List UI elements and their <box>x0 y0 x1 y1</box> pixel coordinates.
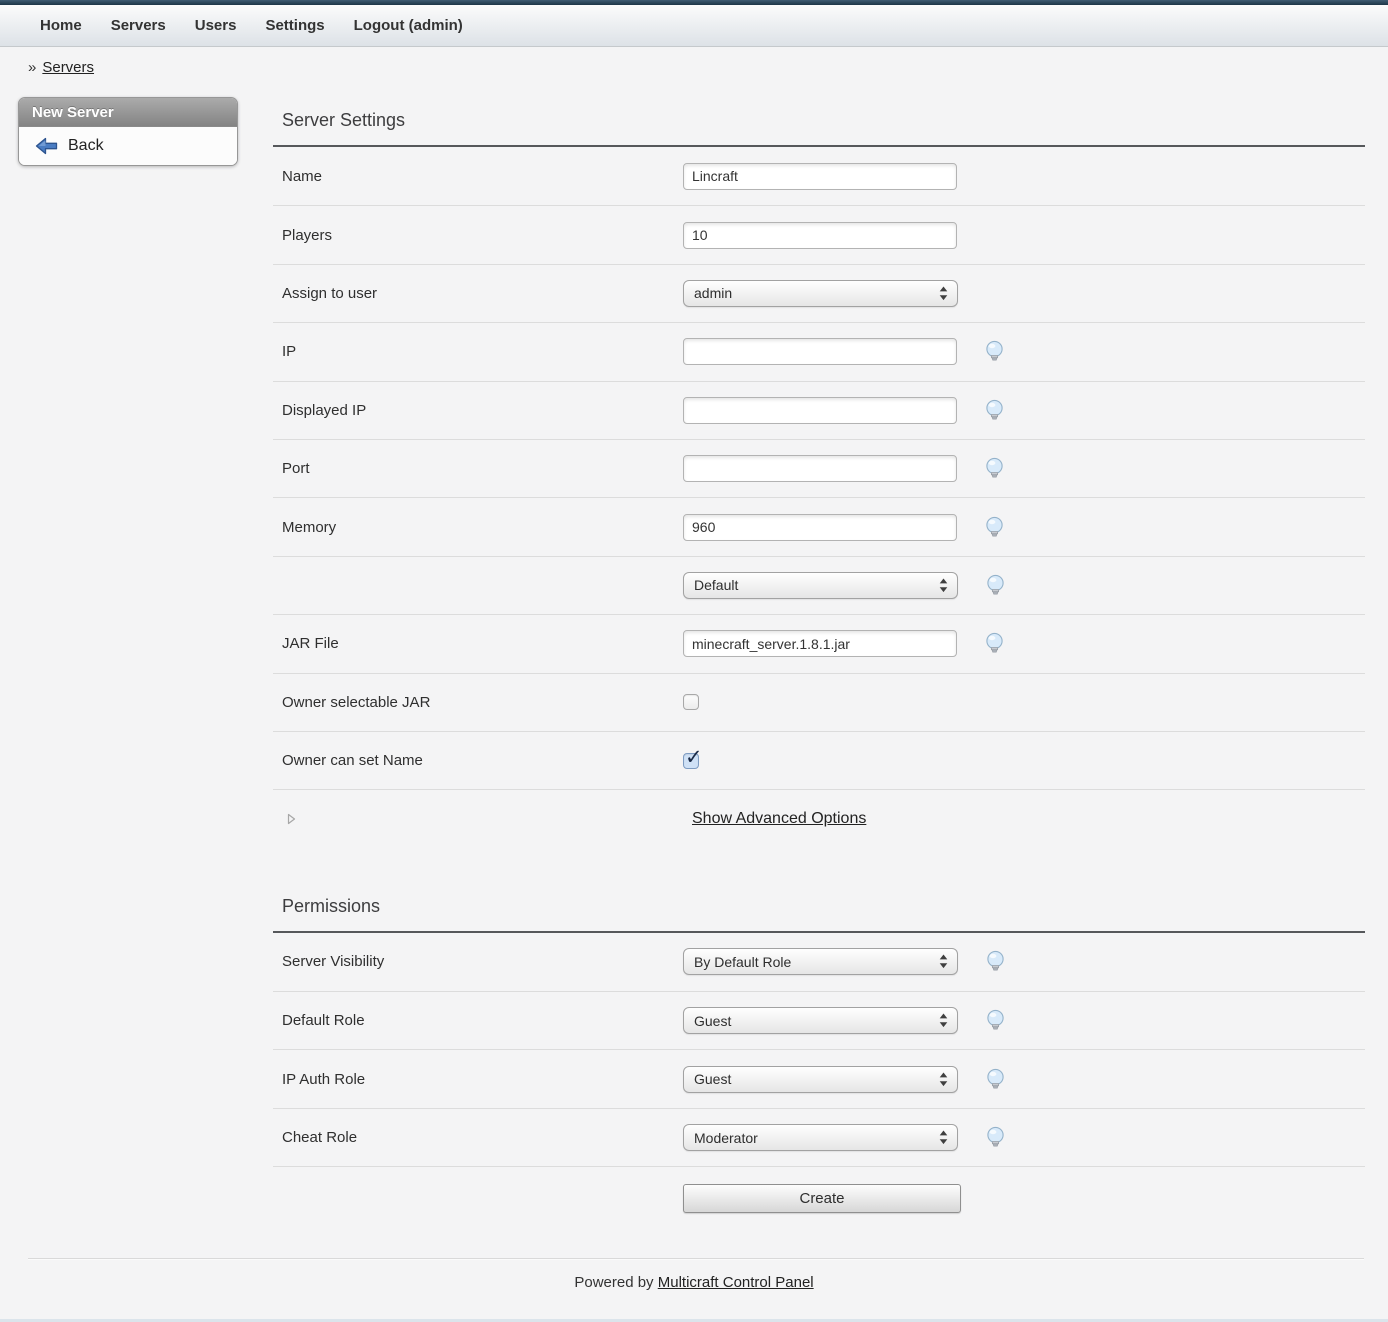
cheat-role-selected-value: Moderator <box>694 1130 758 1146</box>
displayed-ip-help-bulb-icon[interactable] <box>984 399 1005 422</box>
field-row-memory: Memory <box>273 497 1365 555</box>
assign-to-user-label: Assign to user <box>273 285 683 302</box>
assign-to-user-select[interactable]: admin <box>683 280 958 307</box>
ip-input[interactable] <box>683 338 957 365</box>
displayed-ip-label: Displayed IP <box>273 402 683 419</box>
select-stepper-icon <box>939 578 948 593</box>
field-row-name: Name <box>273 147 1365 205</box>
field-row-displayed-ip: Displayed IP <box>273 381 1365 439</box>
memory-label: Memory <box>273 519 683 536</box>
advanced-toggle-triangle-icon[interactable] <box>287 813 296 825</box>
owner-can-set-name-label: Owner can set Name <box>273 752 683 769</box>
jar-file-help-bulb-icon[interactable] <box>984 632 1005 655</box>
ip-label: IP <box>273 343 683 360</box>
breadcrumb-servers-link[interactable]: Servers <box>42 59 94 76</box>
server-visibility-selected-value: By Default Role <box>694 954 791 970</box>
select-stepper-icon <box>939 954 948 969</box>
nav-item-home[interactable]: Home <box>40 17 82 34</box>
unlabeled-select[interactable]: Default <box>683 572 958 599</box>
field-row-ip-auth-role: IP Auth Role Guest <box>273 1049 1365 1107</box>
server-settings-heading: Server Settings <box>273 104 1365 145</box>
permissions-heading: Permissions <box>273 890 1365 931</box>
powered-by-text: Powered by <box>574 1274 653 1291</box>
players-input[interactable] <box>683 222 957 249</box>
jar-file-label: JAR File <box>273 635 683 652</box>
advanced-options-row: Show Advanced Options <box>273 789 1365 847</box>
nav-item-logout[interactable]: Logout (admin) <box>354 17 463 34</box>
footer: Powered by Multicraft Control Panel <box>0 1274 1388 1291</box>
ip-auth-role-select[interactable]: Guest <box>683 1066 958 1093</box>
field-row-default-role: Default Role Guest <box>273 991 1365 1049</box>
multicraft-link[interactable]: Multicraft Control Panel <box>658 1274 814 1291</box>
owner-selectable-jar-checkbox[interactable] <box>683 694 699 710</box>
back-button-label: Back <box>68 137 104 155</box>
create-row: Create <box>273 1166 1365 1230</box>
select-stepper-icon <box>939 1130 948 1145</box>
back-button[interactable]: Back <box>19 127 237 165</box>
breadcrumb-symbol: » <box>28 59 36 76</box>
owner-can-set-name-checkbox[interactable] <box>683 753 699 769</box>
back-arrow-icon <box>35 137 58 155</box>
select-stepper-icon <box>939 286 948 301</box>
field-row-ip: IP <box>273 322 1365 380</box>
ip-help-bulb-icon[interactable] <box>984 340 1005 363</box>
port-input[interactable] <box>683 455 957 482</box>
field-row-unlabeled-select: Default <box>273 556 1365 614</box>
jar-file-input[interactable] <box>683 630 957 657</box>
default-role-help-bulb-icon[interactable] <box>985 1009 1006 1032</box>
default-role-selected-value: Guest <box>694 1013 731 1029</box>
main-navbar: Home Servers Users Settings Logout (admi… <box>0 5 1388 47</box>
memory-help-bulb-icon[interactable] <box>984 516 1005 539</box>
field-row-assign-to-user: Assign to user admin <box>273 264 1365 322</box>
show-advanced-options-link[interactable]: Show Advanced Options <box>692 810 866 828</box>
assign-to-user-selected-value: admin <box>694 285 732 301</box>
nav-item-users[interactable]: Users <box>195 17 237 34</box>
nav-item-settings[interactable]: Settings <box>265 17 324 34</box>
server-visibility-label: Server Visibility <box>273 953 683 970</box>
field-row-cheat-role: Cheat Role Moderator <box>273 1108 1365 1166</box>
field-row-port: Port <box>273 439 1365 497</box>
field-row-jar-file: JAR File <box>273 614 1365 672</box>
unlabeled-selected-value: Default <box>694 577 738 593</box>
owner-selectable-jar-label: Owner selectable JAR <box>273 694 683 711</box>
ip-auth-role-label: IP Auth Role <box>273 1071 683 1088</box>
displayed-ip-input[interactable] <box>683 397 957 424</box>
default-role-label: Default Role <box>273 1012 683 1029</box>
port-help-bulb-icon[interactable] <box>984 457 1005 480</box>
main-content: Server Settings Name Players Assign to u… <box>273 104 1365 1230</box>
cheat-role-select[interactable]: Moderator <box>683 1124 958 1151</box>
default-role-select[interactable]: Guest <box>683 1007 958 1034</box>
select-stepper-icon <box>939 1013 948 1028</box>
field-row-players: Players <box>273 205 1365 263</box>
name-input[interactable] <box>683 163 957 190</box>
ip-auth-role-selected-value: Guest <box>694 1071 731 1087</box>
name-label: Name <box>273 168 683 185</box>
unlabeled-select-help-bulb-icon[interactable] <box>985 574 1006 597</box>
create-button[interactable]: Create <box>683 1184 961 1213</box>
nav-item-servers[interactable]: Servers <box>111 17 166 34</box>
field-row-owner-selectable-jar: Owner selectable JAR <box>273 673 1365 731</box>
ip-auth-role-help-bulb-icon[interactable] <box>985 1068 1006 1091</box>
field-row-server-visibility: Server Visibility By Default Role <box>273 933 1365 991</box>
memory-input[interactable] <box>683 514 957 541</box>
server-visibility-select[interactable]: By Default Role <box>683 948 958 975</box>
cheat-role-label: Cheat Role <box>273 1129 683 1146</box>
breadcrumb: » Servers <box>28 59 94 76</box>
footer-divider <box>28 1258 1364 1259</box>
port-label: Port <box>273 460 683 477</box>
field-row-owner-can-set-name: Owner can set Name <box>273 731 1365 789</box>
cheat-role-help-bulb-icon[interactable] <box>985 1126 1006 1149</box>
server-visibility-help-bulb-icon[interactable] <box>985 950 1006 973</box>
new-server-panel: New Server Back <box>18 97 238 166</box>
players-label: Players <box>273 227 683 244</box>
panel-title: New Server <box>19 98 237 127</box>
select-stepper-icon <box>939 1072 948 1087</box>
